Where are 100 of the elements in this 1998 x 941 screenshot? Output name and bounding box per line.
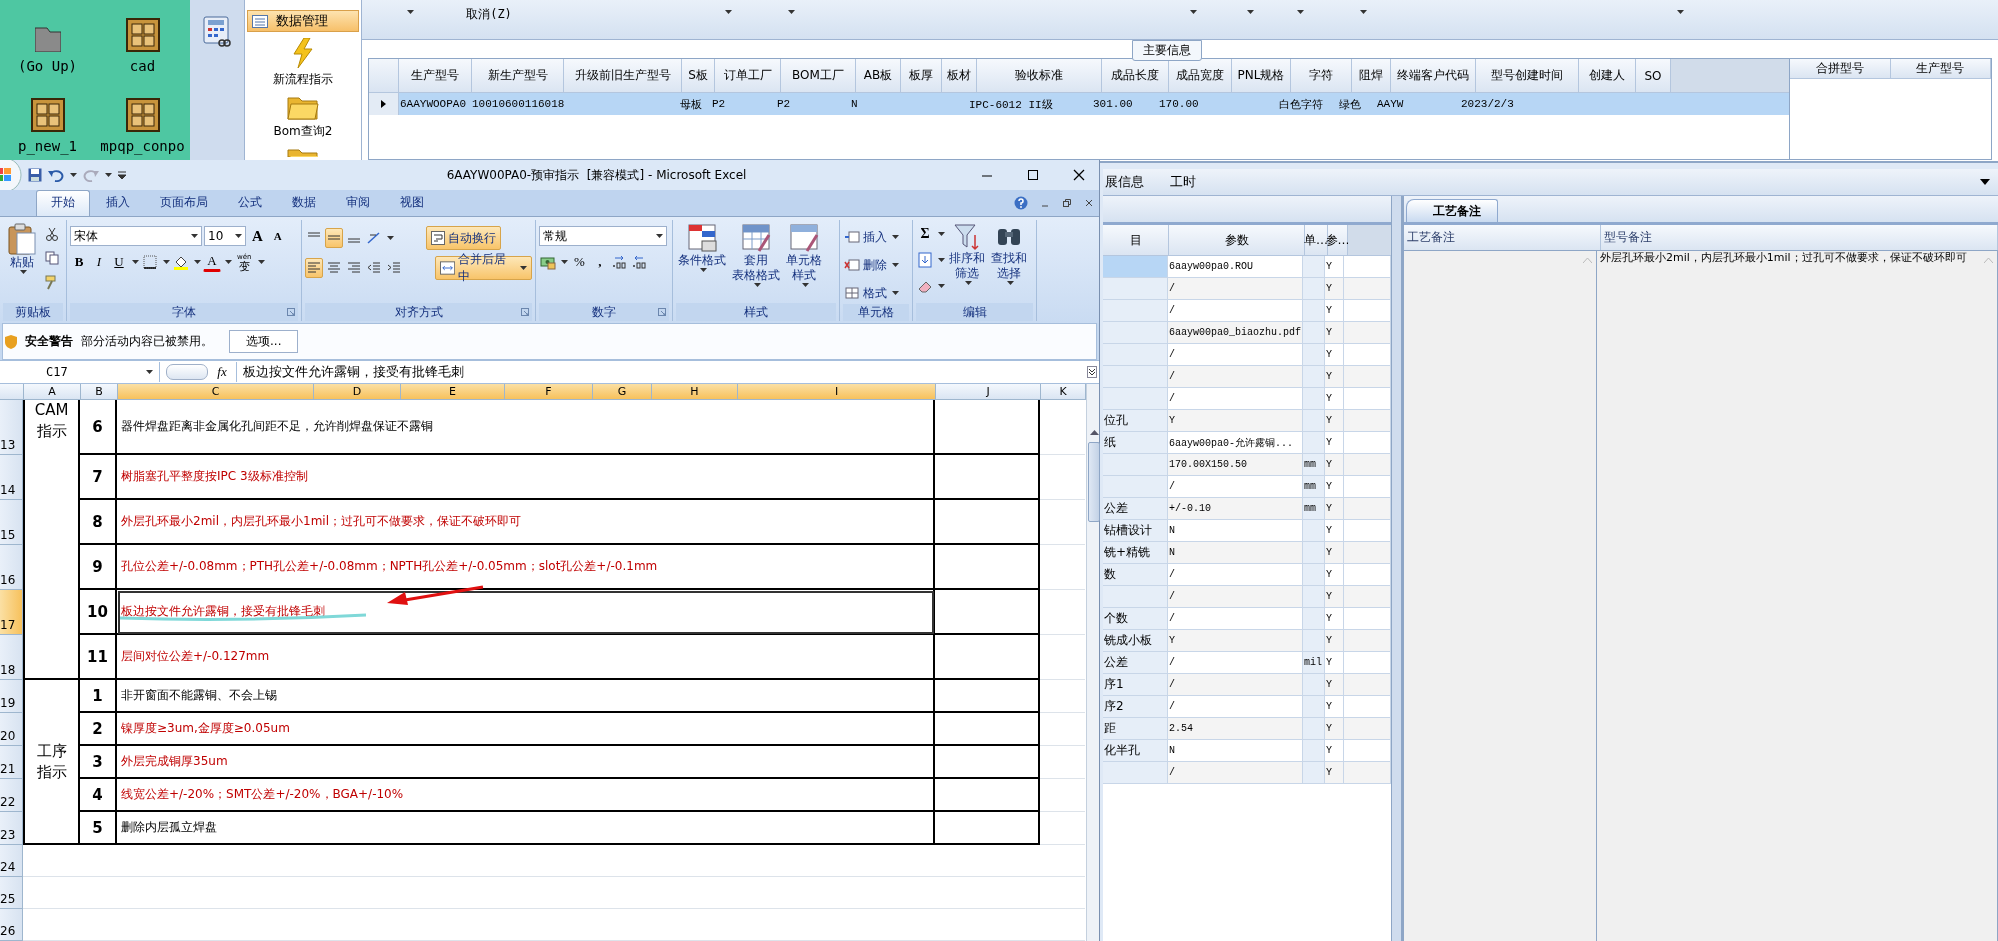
column-header[interactable]: 型号创建时间 bbox=[1476, 59, 1579, 93]
row-header[interactable]: 25 bbox=[0, 877, 23, 909]
column-header[interactable]: D bbox=[314, 384, 401, 399]
table-cell[interactable] bbox=[1103, 322, 1168, 344]
row-header[interactable]: 21 bbox=[0, 746, 23, 779]
column-header[interactable]: PNL规格 bbox=[1232, 59, 1291, 93]
table-cell[interactable]: 公差 bbox=[1103, 498, 1168, 520]
column-header[interactable]: A bbox=[24, 384, 81, 399]
ribbon-button[interactable]: 删除 bbox=[843, 254, 900, 276]
scroll-up-icon[interactable] bbox=[1090, 429, 1099, 435]
grow-font-button[interactable]: A bbox=[248, 226, 267, 246]
caret-icon[interactable] bbox=[1190, 10, 1197, 14]
caret-icon[interactable] bbox=[753, 283, 761, 287]
comma-button[interactable]: , bbox=[590, 252, 609, 272]
ribbon-button[interactable]: 排序和 筛选 bbox=[947, 220, 987, 288]
caret-icon[interactable] bbox=[1677, 10, 1684, 14]
column-header[interactable]: 参… bbox=[1328, 225, 1348, 256]
ribbon-tab[interactable]: 公式 bbox=[224, 191, 276, 216]
row-header[interactable]: 23 bbox=[0, 812, 23, 845]
row-header[interactable]: 19 bbox=[0, 680, 23, 713]
percent-button[interactable]: % bbox=[570, 252, 589, 272]
caret-icon[interactable] bbox=[938, 232, 945, 236]
caret-icon[interactable] bbox=[520, 266, 527, 270]
row-header[interactable]: 14 bbox=[0, 455, 23, 500]
close-icon[interactable] bbox=[1084, 198, 1094, 208]
column-header[interactable]: 型号备注 bbox=[1601, 225, 1998, 250]
table-cell[interactable]: 序2 bbox=[1103, 696, 1168, 718]
table-cell[interactable]: 钻槽设计 bbox=[1103, 520, 1168, 542]
caret-icon[interactable] bbox=[656, 234, 663, 238]
formula-toggle-button[interactable] bbox=[166, 364, 208, 380]
wrap-text-button[interactable]: 自动换行 bbox=[426, 226, 501, 250]
column-header[interactable]: 成品宽度 bbox=[1169, 59, 1232, 93]
ribbon-button[interactable]: 插入 bbox=[843, 226, 900, 248]
scroll-bar[interactable] bbox=[1086, 384, 1099, 941]
paste-button[interactable]: 粘贴 bbox=[3, 220, 41, 277]
align-middle-icon[interactable] bbox=[325, 228, 343, 248]
undo-icon[interactable] bbox=[48, 168, 64, 182]
window-grid-icon[interactable] bbox=[30, 98, 65, 132]
tab[interactable]: 工艺备注 bbox=[1406, 199, 1498, 222]
shrink-font-button[interactable]: A bbox=[268, 226, 287, 246]
folder-icon[interactable] bbox=[287, 94, 319, 120]
table-cell[interactable] bbox=[1103, 256, 1168, 278]
caret-icon[interactable] bbox=[387, 236, 394, 240]
column-header[interactable]: 终端客户代码 bbox=[1391, 59, 1476, 93]
table-cell[interactable]: 个数 bbox=[1103, 608, 1168, 630]
nav-item-label[interactable]: 新流程指示 bbox=[273, 71, 333, 88]
table-cell[interactable]: 距 bbox=[1103, 718, 1168, 740]
underline-button[interactable]: U bbox=[110, 252, 128, 272]
format-dropdown[interactable]: 常规 bbox=[539, 226, 667, 246]
table-cell[interactable] bbox=[1103, 762, 1168, 784]
row-header[interactable]: 22 bbox=[0, 779, 23, 812]
italic-button[interactable]: I bbox=[90, 252, 108, 272]
caret-icon[interactable] bbox=[801, 283, 809, 287]
column-header[interactable]: G bbox=[593, 384, 652, 399]
column-header[interactable]: 生产型号 bbox=[399, 59, 472, 93]
column-header[interactable]: F bbox=[505, 384, 593, 399]
scroll-thumb[interactable] bbox=[1088, 442, 1100, 522]
calculator-icon[interactable] bbox=[202, 16, 232, 48]
column-header[interactable]: J bbox=[936, 384, 1041, 399]
table-cell[interactable] bbox=[1103, 476, 1168, 498]
lightning-icon[interactable] bbox=[292, 38, 314, 68]
column-header[interactable]: C bbox=[118, 384, 314, 399]
ribbon-tab[interactable]: 数据 bbox=[278, 191, 330, 216]
caret-icon[interactable] bbox=[1006, 281, 1014, 285]
column-header[interactable]: 板材 bbox=[942, 59, 977, 93]
caret-icon[interactable] bbox=[1297, 10, 1304, 14]
sum-button[interactable]: Σ bbox=[916, 224, 934, 244]
row-header[interactable]: 24 bbox=[0, 845, 23, 877]
ribbon-button[interactable]: 条件格式 bbox=[676, 220, 728, 275]
icon-label[interactable]: p_new_1 bbox=[18, 138, 77, 154]
dialog-launcher-icon[interactable] bbox=[287, 308, 295, 316]
dialog-launcher-icon[interactable] bbox=[521, 308, 529, 316]
expand-icon[interactable] bbox=[1087, 366, 1097, 378]
column-header[interactable]: S板 bbox=[682, 59, 715, 93]
row-header[interactable]: 17 bbox=[0, 590, 23, 635]
ribbon-button[interactable]: 套用 表格格式 bbox=[730, 220, 782, 290]
window-grid-icon[interactable] bbox=[125, 98, 160, 132]
ribbon-button[interactable]: 单元格 样式 bbox=[784, 220, 824, 290]
table-cell[interactable]: 纸 bbox=[1103, 432, 1168, 454]
table-cell[interactable] bbox=[1103, 344, 1168, 366]
caret-icon[interactable] bbox=[892, 263, 899, 267]
nav-item-label[interactable]: Bom查询2 bbox=[273, 123, 333, 140]
cancel-button[interactable]: 取消(Z) bbox=[414, 6, 564, 23]
table-cell[interactable]: 序1 bbox=[1103, 674, 1168, 696]
caret-icon[interactable] bbox=[225, 260, 232, 264]
row-header[interactable]: 15 bbox=[0, 500, 23, 545]
column-header[interactable]: 板厚 bbox=[901, 59, 942, 93]
table-cell[interactable]: 数 bbox=[1103, 564, 1168, 586]
ribbon-button[interactable]: 查找和 选择 bbox=[989, 220, 1029, 288]
options-button[interactable]: 选项... bbox=[229, 330, 299, 353]
column-header[interactable]: I bbox=[738, 384, 936, 399]
table-cell[interactable]: 化半孔 bbox=[1103, 740, 1168, 762]
icon-label[interactable]: mpqp_conpo bbox=[100, 138, 185, 154]
column-header[interactable]: E bbox=[401, 384, 505, 399]
column-header[interactable]: 成品长度 bbox=[1102, 59, 1169, 93]
ribbon-tab[interactable]: 页面布局 bbox=[146, 191, 222, 216]
caret-icon[interactable] bbox=[561, 260, 568, 264]
column-header[interactable]: 工艺备注 bbox=[1404, 225, 1601, 250]
help-icon[interactable] bbox=[1014, 196, 1028, 210]
caret-icon[interactable] bbox=[788, 10, 795, 14]
